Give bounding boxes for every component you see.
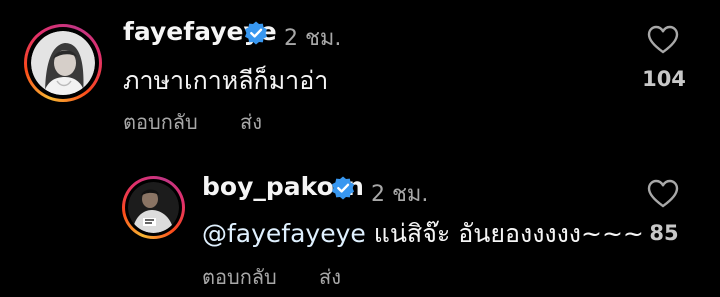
heart-outline-icon[interactable] (647, 179, 679, 208)
comments-thread: fayefayeye 2 ชม. ภาษาเกาหลีก็มาอ่า ตอบกล… (0, 0, 720, 297)
avatar-story-ring[interactable] (122, 176, 185, 239)
comment-reply-button[interactable]: ตอบกลับ (123, 106, 198, 138)
comment-text: ภาษาเกาหลีก็มาอ่า (123, 66, 329, 95)
comment-send-button[interactable]: ส่ง (240, 106, 262, 138)
reply-body: แน่สิจ๊ะ อันยองงงงง~~~ (365, 219, 644, 248)
reply-text: @fayefayeye แน่สิจ๊ะ อันยองงงงง~~~ (202, 214, 644, 254)
avatar-story-ring[interactable] (24, 24, 102, 102)
heart-outline-icon[interactable] (647, 25, 679, 54)
comment-like-count: 104 (642, 67, 686, 91)
comment-timestamp: 2 ชม. (284, 26, 342, 51)
verified-badge-icon (245, 21, 267, 45)
reply-timestamp: 2 ชม. (371, 182, 429, 207)
avatar[interactable] (128, 182, 179, 233)
reply-mention-link[interactable]: @fayefayeye (202, 219, 366, 248)
avatar[interactable] (31, 31, 95, 95)
verified-badge-icon (332, 176, 354, 200)
reply-reply-button[interactable]: ตอบกลับ (202, 261, 277, 293)
reply-send-button[interactable]: ส่ง (319, 261, 341, 293)
reply-like-count: 85 (649, 221, 679, 245)
